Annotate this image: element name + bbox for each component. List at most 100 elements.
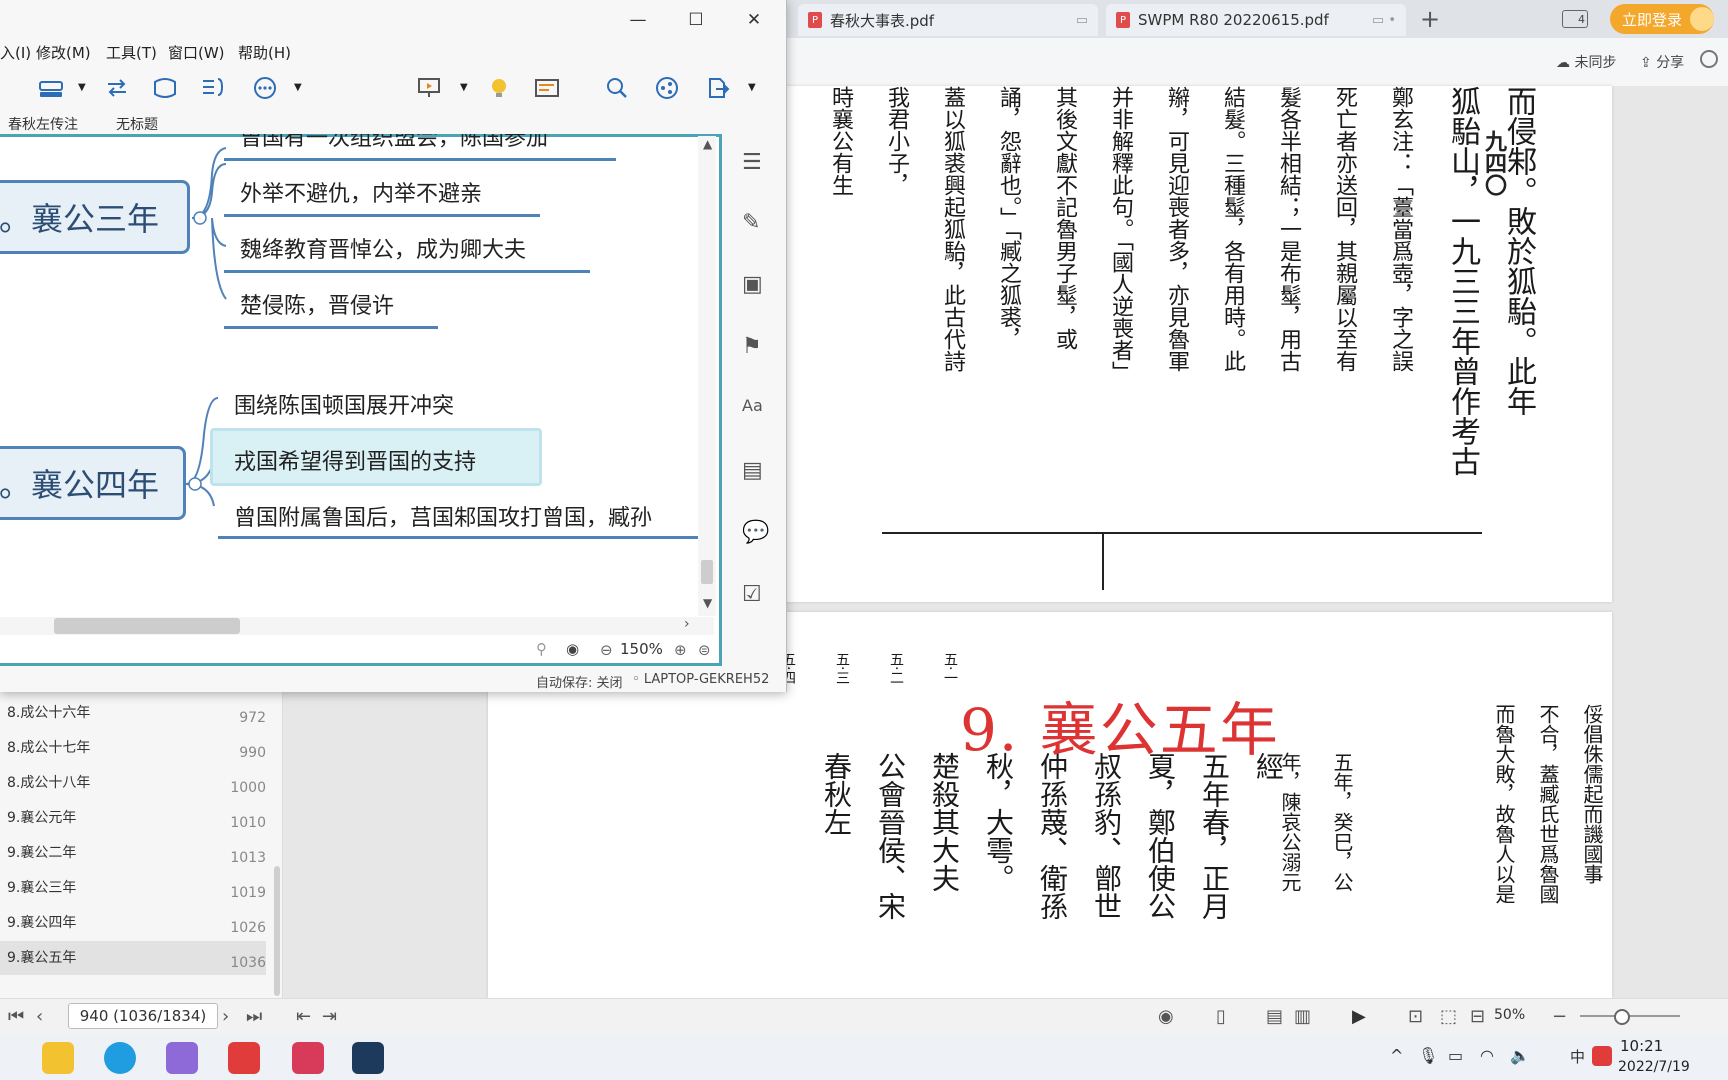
dropdown-arrow-icon[interactable]: ▼ — [748, 82, 756, 93]
page-number-field[interactable]: 940 (1036/1834) — [68, 1003, 218, 1029]
outline-item[interactable]: 8.成公十八年 1000 — [0, 766, 266, 800]
subtopic[interactable]: 楚侵陈，晋侵许 — [240, 288, 394, 320]
outline-view-icon[interactable] — [534, 76, 560, 100]
zoom-out-icon[interactable]: − — [1552, 1006, 1567, 1027]
topic-xianggong-3[interactable]: 。襄公三年 — [0, 180, 190, 254]
volume-icon[interactable]: 🔈 — [1510, 1046, 1530, 1065]
sync-status[interactable]: ☁ 未同步 — [1556, 52, 1616, 72]
menu-insert[interactable]: 入(I) — [0, 42, 31, 63]
prev-page-icon[interactable]: ‹ — [36, 1006, 43, 1027]
outline-item-active[interactable]: 9.襄公五年 1036 — [0, 941, 266, 975]
close-button[interactable]: ✕ — [734, 10, 774, 30]
share-button[interactable]: ⇪ 分享 — [1640, 52, 1684, 72]
subtopic[interactable]: 曾国有一次组织盟会，陈国参加 — [240, 134, 548, 152]
autosave-status[interactable]: 自动保存: 关闭 — [536, 672, 623, 691]
actual-size-icon[interactable]: ⊡ — [1408, 1006, 1423, 1027]
notes-icon[interactable]: ▤ — [742, 458, 766, 483]
sogou-ime-icon[interactable] — [1592, 1046, 1612, 1066]
text-style-icon[interactable]: Aa — [742, 396, 766, 420]
xmind-app-icon[interactable] — [292, 1042, 324, 1074]
login-button[interactable]: 立即登录 — [1610, 4, 1714, 34]
topic-icon[interactable] — [38, 76, 64, 100]
outline-item[interactable]: 8.成公十六年 972 — [0, 696, 266, 730]
format-icon[interactable]: ☰ — [742, 150, 766, 175]
zoom-out-icon[interactable]: ⊖ — [600, 641, 613, 659]
first-page-icon[interactable]: ⏮ — [8, 1006, 24, 1027]
vertical-scrollbar[interactable] — [698, 136, 716, 616]
layout-button[interactable]: 4 — [1562, 10, 1588, 28]
relationship-icon[interactable] — [104, 76, 130, 100]
forward-icon[interactable]: ⇥ — [322, 1006, 337, 1027]
eye-icon[interactable]: ◉ — [566, 640, 579, 658]
boundary-icon[interactable] — [152, 76, 178, 100]
eye-mode-icon[interactable]: ◉ — [1158, 1006, 1174, 1027]
wps-office-icon[interactable] — [228, 1042, 260, 1074]
menu-window[interactable]: 窗口(W) — [168, 42, 225, 63]
dropdown-arrow-icon[interactable]: ▼ — [78, 82, 86, 93]
task-icon[interactable]: ☑ — [742, 582, 766, 607]
scroll-right-icon[interactable]: › — [684, 616, 690, 632]
zoom-in-icon[interactable]: ⊕ — [674, 641, 687, 659]
summary-icon[interactable] — [200, 76, 226, 100]
subtopic[interactable]: 魏绛教育晋悼公，成为卿大夫 — [240, 232, 526, 264]
pdf-tab-1[interactable]: P 春秋大事表.pdf ▭ — [798, 4, 1098, 36]
outline-item[interactable]: 9.襄公元年 1010 — [0, 801, 266, 835]
tab-untitled[interactable]: 无标题 — [116, 114, 158, 134]
presentation-icon[interactable] — [416, 76, 442, 100]
add-tab-button[interactable]: + — [1418, 7, 1442, 32]
fit-width-icon[interactable]: ⊟ — [1470, 1006, 1485, 1027]
file-explorer-icon[interactable] — [42, 1042, 74, 1074]
image-icon[interactable]: ▣ — [742, 272, 766, 297]
dropdown-arrow-icon[interactable]: ▼ — [460, 82, 468, 93]
zoom-level[interactable]: 50% — [1494, 1007, 1525, 1023]
minimize-button[interactable]: — — [618, 10, 658, 30]
microphone-icon[interactable]: 🎙 — [1418, 1046, 1438, 1065]
photos-app-icon[interactable] — [166, 1042, 198, 1074]
paint-brush-icon[interactable]: ✎ — [742, 210, 766, 235]
outline-item[interactable]: 9.襄公二年 1013 — [0, 836, 266, 870]
last-page-icon[interactable]: ⏭ — [246, 1006, 262, 1027]
outline-item[interactable]: 8.成公十七年 990 — [0, 731, 266, 765]
show-hidden-icons[interactable]: ^ — [1390, 1046, 1403, 1065]
more-icon[interactable] — [252, 76, 278, 100]
search-icon[interactable] — [604, 76, 630, 100]
next-page-icon[interactable]: › — [222, 1006, 229, 1027]
menu-tools[interactable]: 工具(T) — [106, 42, 157, 63]
horizontal-scroll-thumb[interactable] — [54, 618, 240, 634]
tab-screen-icon[interactable]: ▭ • — [1372, 13, 1396, 28]
vertical-scroll-thumb[interactable] — [701, 560, 713, 584]
outline-item[interactable]: 9.襄公三年 1019 — [0, 871, 266, 905]
fit-icon[interactable]: ⊜ — [698, 641, 711, 659]
outline-scrollbar[interactable] — [274, 866, 280, 996]
clock-time[interactable]: 10:21 — [1620, 1037, 1663, 1055]
subtopic[interactable]: 曾国附属鲁国后，莒国邾国攻打曾国，臧孙 — [234, 500, 652, 532]
scroll-up-icon[interactable]: ▲ — [703, 137, 712, 151]
zoom-slider-thumb[interactable] — [1614, 1009, 1630, 1025]
subtopic-selected[interactable]: 戎国希望得到晋国的支持 — [234, 444, 476, 476]
single-page-icon[interactable]: ▯ — [1216, 1006, 1226, 1027]
play-icon[interactable]: ▶ — [1352, 1006, 1366, 1027]
two-page-icon[interactable]: ▥ — [1294, 1006, 1311, 1027]
filter-icon[interactable]: ⚲ — [536, 640, 547, 658]
scroll-down-icon[interactable]: ▼ — [703, 596, 712, 610]
outline-item[interactable]: 9.襄公四年 1026 — [0, 906, 266, 940]
maximize-button[interactable]: ☐ — [676, 10, 716, 30]
continuous-icon[interactable]: ▤ — [1266, 1006, 1283, 1027]
edge-browser-icon[interactable] — [104, 1042, 136, 1074]
clock-date[interactable]: 2022/7/19 — [1618, 1059, 1690, 1075]
menu-help[interactable]: 帮助(H) — [238, 42, 291, 63]
topic-xianggong-4[interactable]: 。襄公四年 — [0, 446, 186, 520]
dropdown-arrow-icon[interactable]: ▼ — [294, 82, 302, 93]
fit-page-icon[interactable]: ⬚ — [1440, 1006, 1457, 1027]
tab-chunqiu[interactable]: 春秋左传注 — [8, 114, 78, 134]
pdf-tab-2[interactable]: P SWPM R80 20220615.pdf ▭ • — [1106, 4, 1406, 36]
xmind-zoom-level[interactable]: 150% — [620, 640, 663, 658]
comment-icon[interactable]: 💬 — [742, 520, 769, 545]
windows-start-icon[interactable] — [8, 1042, 40, 1074]
share-icon[interactable] — [654, 76, 680, 100]
export-icon[interactable] — [704, 76, 730, 100]
subtopic[interactable]: 围绕陈国顿国展开冲突 — [234, 388, 454, 420]
marker-flag-icon[interactable]: ⚑ — [742, 334, 766, 359]
ime-indicator[interactable]: 中 — [1570, 1046, 1585, 1067]
wifi-icon[interactable]: ◠ — [1480, 1046, 1494, 1065]
